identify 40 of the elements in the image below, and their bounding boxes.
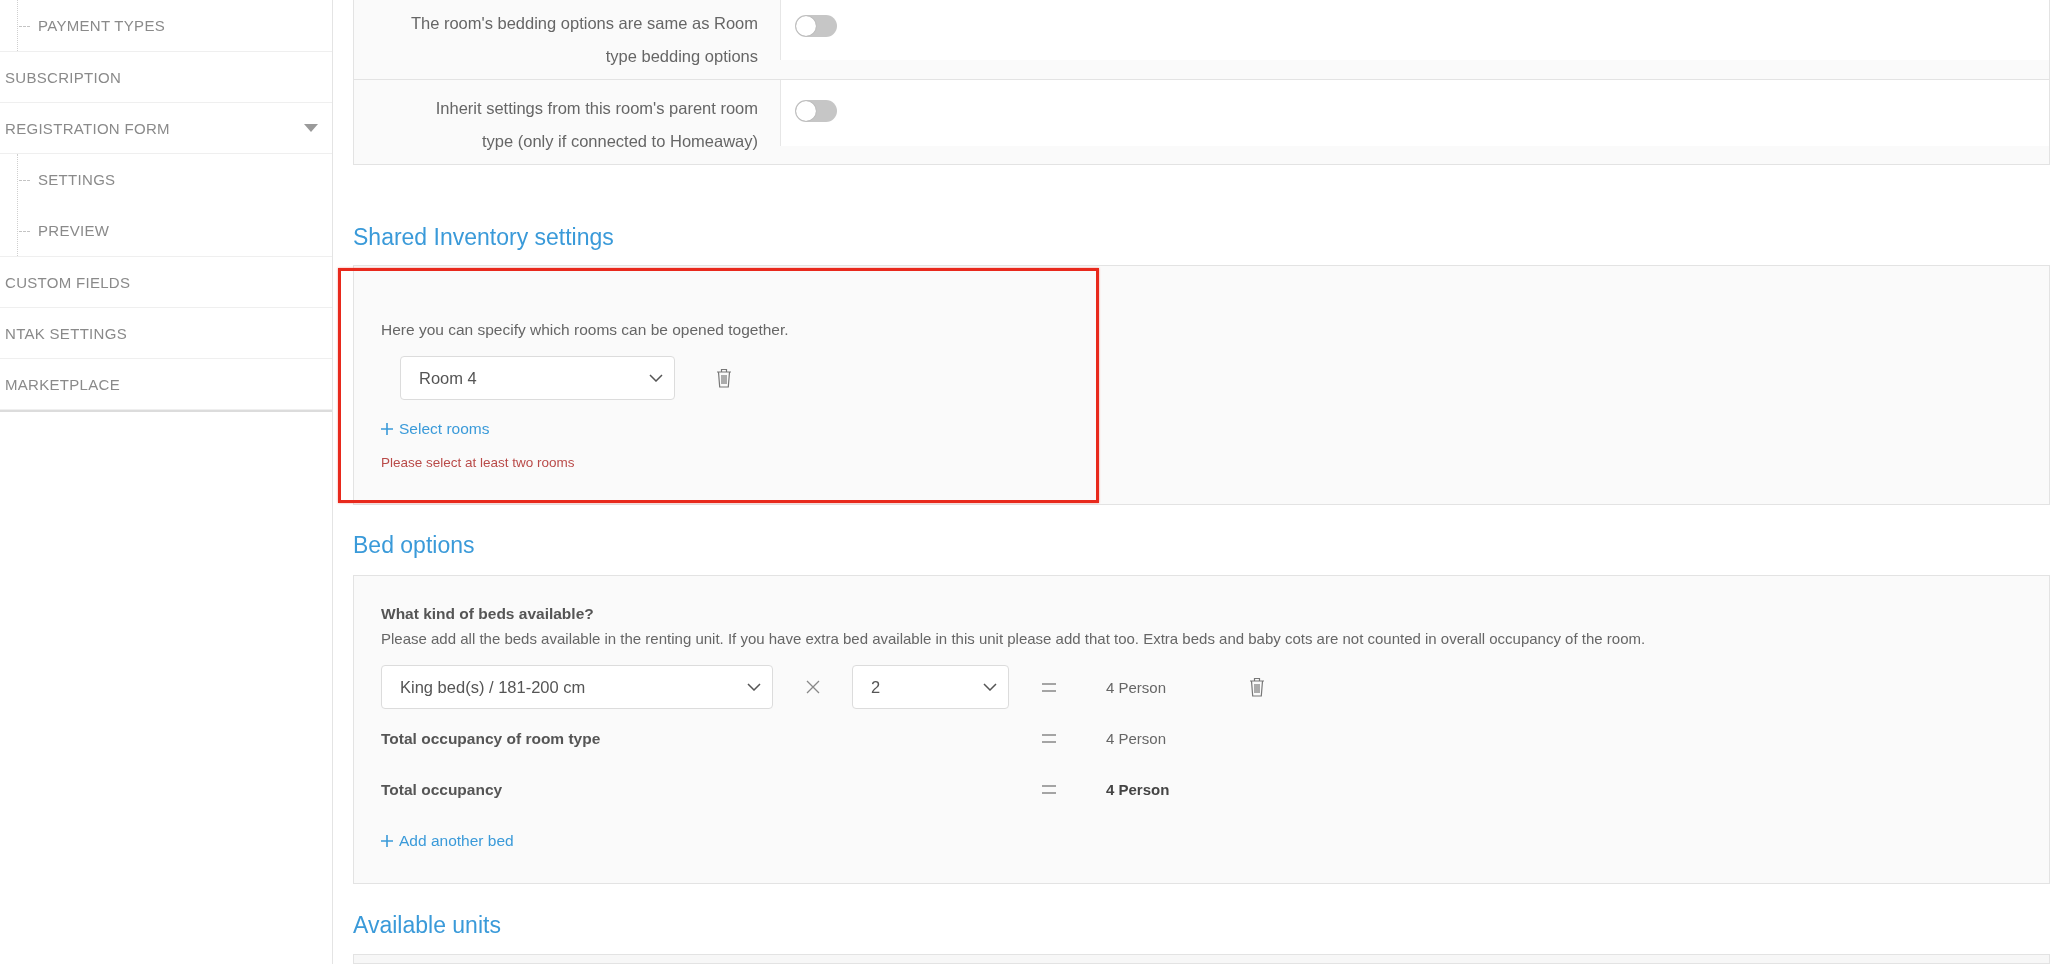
section-title: Shared Inventory settings <box>353 223 614 252</box>
select-rooms-link[interactable]: Select rooms <box>381 419 490 439</box>
sidebar-subitem[interactable]: PAYMENT TYPES <box>0 0 332 51</box>
add-bed-link[interactable]: Add another bed <box>381 831 514 851</box>
sidebar-subitem[interactable]: PREVIEW <box>0 205 332 256</box>
section-title: Available units <box>353 911 501 940</box>
chevron-down-icon <box>983 683 997 691</box>
equals-icon <box>1042 734 1056 743</box>
toggle-label: Inherit settings from this room's parent room type (only if connected to Homeaway) <box>434 98 758 152</box>
total-label: Total occupancy of room type <box>381 729 601 748</box>
description-text: Please add all the beds available in the renting unit. If you have extra bed available in this unit please add that too. Extra beds and baby cots are not counted in overall occupancy of the room. <box>381 629 1646 649</box>
total-value: 4 Person <box>1106 781 1170 798</box>
equals-icon <box>1042 785 1056 794</box>
total-label: Total occupancy <box>381 780 503 799</box>
bed-count-select[interactable]: 2 <box>852 665 1009 709</box>
sidebar-item[interactable]: SUBSCRIPTION <box>0 52 332 103</box>
section-title: Bed options <box>353 531 475 560</box>
sidebar-subitem[interactable]: SETTINGS <box>0 154 332 205</box>
trash-icon[interactable] <box>1249 677 1265 697</box>
equals-icon <box>1042 682 1056 692</box>
total-value: 4 Person <box>1106 730 1167 747</box>
toggle-label: The room's bedding options are same as Room type bedding options <box>409 13 758 67</box>
toggle-switch[interactable] <box>795 15 837 37</box>
plus-icon <box>381 423 393 435</box>
toggle-switch[interactable] <box>795 100 837 122</box>
sidebar-item[interactable]: REGISTRATION FORM <box>0 103 332 154</box>
sidebar-item[interactable]: CUSTOM FIELDS <box>0 257 332 308</box>
hint-text: Here you can specify which rooms can be opened together. <box>381 320 789 340</box>
bed-type-select[interactable]: King bed(s) / 181-200 cm <box>381 665 773 709</box>
trash-icon[interactable] <box>716 368 732 388</box>
question-text: What kind of beds available? <box>381 604 594 624</box>
room-select[interactable]: Room 4 <box>400 356 675 400</box>
times-icon <box>805 680 820 694</box>
plus-icon <box>381 835 393 847</box>
sidebar-item[interactable]: NTAK SETTINGS <box>0 308 332 359</box>
sidebar-item[interactable]: MARKETPLACE <box>0 359 332 410</box>
chevron-down-icon <box>649 374 663 382</box>
occupancy-value: 4 Person <box>1106 678 1167 696</box>
error-message: Please select at least two rooms <box>381 454 575 472</box>
chevron-down-icon <box>747 683 761 691</box>
